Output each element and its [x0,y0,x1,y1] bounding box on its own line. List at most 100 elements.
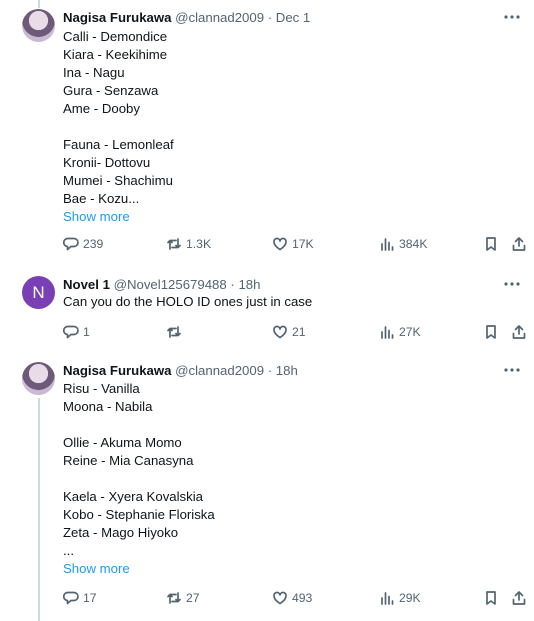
thread-line-top [38,0,40,8]
show-more-link[interactable]: Show more [63,208,513,226]
text-line: Can you do the HOLO ID ones just in case [63,294,313,309]
bookmark-button[interactable] [483,234,499,254]
text-line: Reine - Mia Canasyna [63,453,194,468]
avatar[interactable]: N [22,276,55,309]
text-line [63,470,513,488]
like-count: 17K [292,237,314,251]
text-line: Kobo - Stephanie Floriska [63,507,215,522]
reply-button[interactable]: 1 [63,322,90,342]
tweet-header: Nagisa Furukawa @clannad2009 · Dec 1 [63,9,310,27]
share-button[interactable] [511,588,527,608]
tweet-actions: 239 1.3K 17K 384K [63,234,533,254]
views-icon [381,326,394,339]
text-line [63,416,513,434]
tweet-3[interactable]: Nagisa Furukawa @clannad2009 · 18h Risu … [0,362,534,612]
user-handle[interactable]: @Novel125679488 [114,277,227,292]
like-icon [273,237,287,251]
text-line: ... [63,543,74,558]
share-button[interactable] [511,322,527,342]
user-handle[interactable]: @clannad2009 [175,10,264,25]
views-button[interactable]: 27K [379,322,421,342]
text-line: Ame - Dooby [63,101,140,116]
timestamp[interactable]: 18h [276,363,298,378]
repost-icon [167,326,181,338]
display-name[interactable]: Novel 1 [63,277,110,292]
timestamp[interactable]: 18h [238,277,260,292]
display-name[interactable]: Nagisa Furukawa [63,10,171,25]
views-count: 27K [399,325,421,339]
avatar[interactable] [22,362,55,395]
tweet-1[interactable]: Nagisa Furukawa @clannad2009 · Dec 1 Cal… [0,9,534,259]
views-button[interactable]: 384K [379,234,427,254]
like-button[interactable]: 493 [272,588,312,608]
like-icon [273,591,287,605]
tweet-text: Can you do the HOLO ID ones just in case [63,293,513,311]
display-name[interactable]: Nagisa Furukawa [63,363,171,378]
views-button[interactable]: 29K [379,588,421,608]
reply-icon [63,237,79,251]
text-line: Moona - Nabila [63,399,153,414]
repost-count: 27 [186,591,200,605]
repost-icon [167,592,181,604]
bookmark-icon [486,591,496,605]
bookmark-button[interactable] [483,588,499,608]
text-line: Kronii- Dottovu [63,155,151,170]
bookmark-icon [486,325,496,339]
user-handle[interactable]: @clannad2009 [175,363,264,378]
text-line: Kiara - Keekihime [63,47,168,62]
views-icon [381,238,394,251]
more-icon[interactable] [502,9,522,27]
text-line: Ollie - Akuma Momo [63,435,182,450]
show-more-link[interactable]: Show more [63,560,513,578]
tweet-header: Novel 1 @Novel125679488 · 18h [63,276,260,294]
reply-count: 239 [83,237,104,251]
bookmark-button[interactable] [483,322,499,342]
reply-button[interactable]: 17 [63,588,97,608]
tweet-text: Calli - Demondice Kiara - Keekihime Ina … [63,28,513,226]
repost-button[interactable]: 27 [166,588,200,608]
reply-count: 17 [83,591,97,605]
text-line: Zeta - Mago Hiyoko [63,525,179,540]
separator-dot: · [226,277,239,292]
text-line: Gura - Senzawa [63,83,159,98]
separator-dot: · [264,10,276,25]
repost-button[interactable] [166,322,186,342]
text-line: Calli - Demondice [63,29,168,44]
tweet-actions: 1 21 27K [63,322,533,342]
like-count: 493 [292,591,313,605]
share-icon [512,325,526,339]
timestamp[interactable]: Dec 1 [276,10,310,25]
reply-button[interactable]: 239 [63,234,103,254]
text-line: Ina - Nagu [63,65,125,80]
like-button[interactable]: 21 [272,322,306,342]
text-line: Mumei - Shachimu [63,173,173,188]
share-icon [512,591,526,605]
more-icon[interactable] [502,276,522,294]
tweet-text: Risu - Vanilla Moona - Nabila Ollie - Ak… [63,380,513,578]
reply-icon [63,325,79,339]
tweet-header: Nagisa Furukawa @clannad2009 · 18h [63,362,298,380]
more-icon[interactable] [502,362,522,380]
repost-count: 1.3K [186,237,212,251]
like-icon [273,325,287,339]
repost-icon [167,238,181,250]
repost-button[interactable]: 1.3K [166,234,211,254]
share-button[interactable] [511,234,527,254]
bookmark-icon [486,237,496,251]
views-count: 29K [399,591,421,605]
text-line: Risu - Vanilla [63,381,140,396]
avatar[interactable] [22,9,55,42]
share-icon [512,237,526,251]
like-count: 21 [292,325,306,339]
separator-dot: · [264,363,276,378]
text-line: Kaela - Xyera Kovalskia [63,489,204,504]
reply-icon [63,591,79,605]
like-button[interactable]: 17K [272,234,314,254]
views-count: 384K [399,237,428,251]
tweet-2[interactable]: N Novel 1 @Novel125679488 · 18h Can you … [0,276,534,346]
text-line: Fauna - Lemonleaf [63,137,174,152]
tweet-actions: 17 27 493 29K [63,588,533,608]
text-line: Bae - Kozu... [63,191,140,206]
text-line [63,118,513,136]
reply-count: 1 [83,325,90,339]
